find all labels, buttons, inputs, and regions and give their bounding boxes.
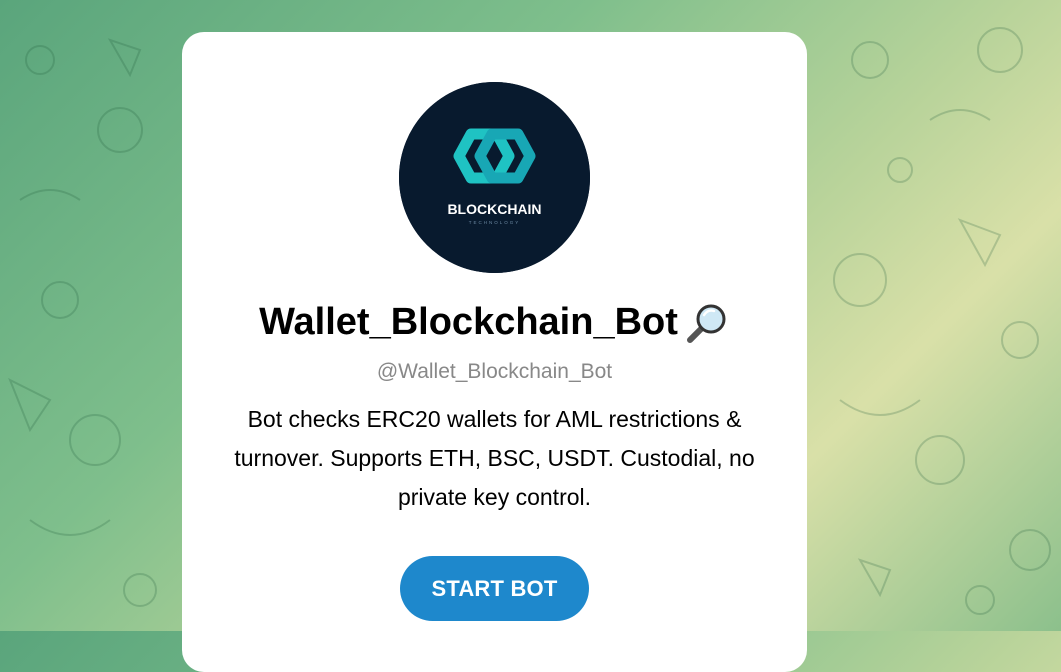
bot-avatar: BLOCKCHAIN TECHNOLOGY: [399, 82, 590, 273]
bot-username: @Wallet_Blockchain_Bot: [376, 360, 613, 383]
bot-description: Bot checks ERC20 wallets for AML restric…: [234, 406, 755, 510]
bot-name: Wallet_Blockchain_Bot: [182, 298, 807, 346]
logo-text: BLOCKCHAIN: [447, 201, 541, 217]
bot-name-text: Wallet_Blockchain_Bot: [259, 301, 678, 343]
logo-subtext: TECHNOLOGY: [469, 220, 521, 225]
bot-profile-card: BLOCKCHAIN TECHNOLOGY Wallet_Blockchain_…: [182, 32, 807, 672]
start-bot-button[interactable]: START BOT: [400, 556, 589, 621]
blockchain-logo: BLOCKCHAIN TECHNOLOGY: [399, 82, 590, 273]
magnifying-glass-icon: [682, 302, 730, 346]
